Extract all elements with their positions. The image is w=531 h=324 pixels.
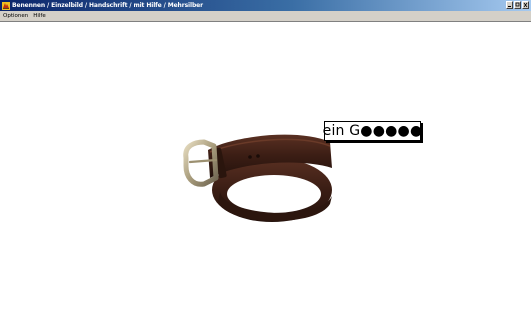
window-controls: [506, 1, 529, 9]
menu-bar: Optionen Hilfe: [0, 11, 531, 22]
title-bar[interactable]: Benennen / Einzelbild / Handschrift / mi…: [0, 0, 531, 11]
content-area: ein G●●●●●: [0, 22, 531, 324]
answer-box[interactable]: ein G●●●●●: [322, 121, 423, 141]
menu-item-optionen[interactable]: Optionen: [0, 11, 30, 21]
maximize-icon: [515, 2, 520, 7]
minimize-button[interactable]: [506, 1, 513, 9]
close-icon: [523, 2, 528, 8]
close-button[interactable]: [522, 1, 529, 9]
app-window: Benennen / Einzelbild / Handschrift / mi…: [0, 0, 531, 324]
menu-item-hilfe[interactable]: Hilfe: [30, 11, 48, 21]
window-title: Benennen / Einzelbild / Handschrift / mi…: [12, 2, 203, 9]
answer-hint-text: ein G●●●●●: [322, 123, 423, 139]
minimize-icon: [508, 6, 511, 7]
maximize-button[interactable]: [514, 1, 521, 9]
belt-image: [183, 134, 332, 222]
app-icon: [2, 1, 10, 10]
